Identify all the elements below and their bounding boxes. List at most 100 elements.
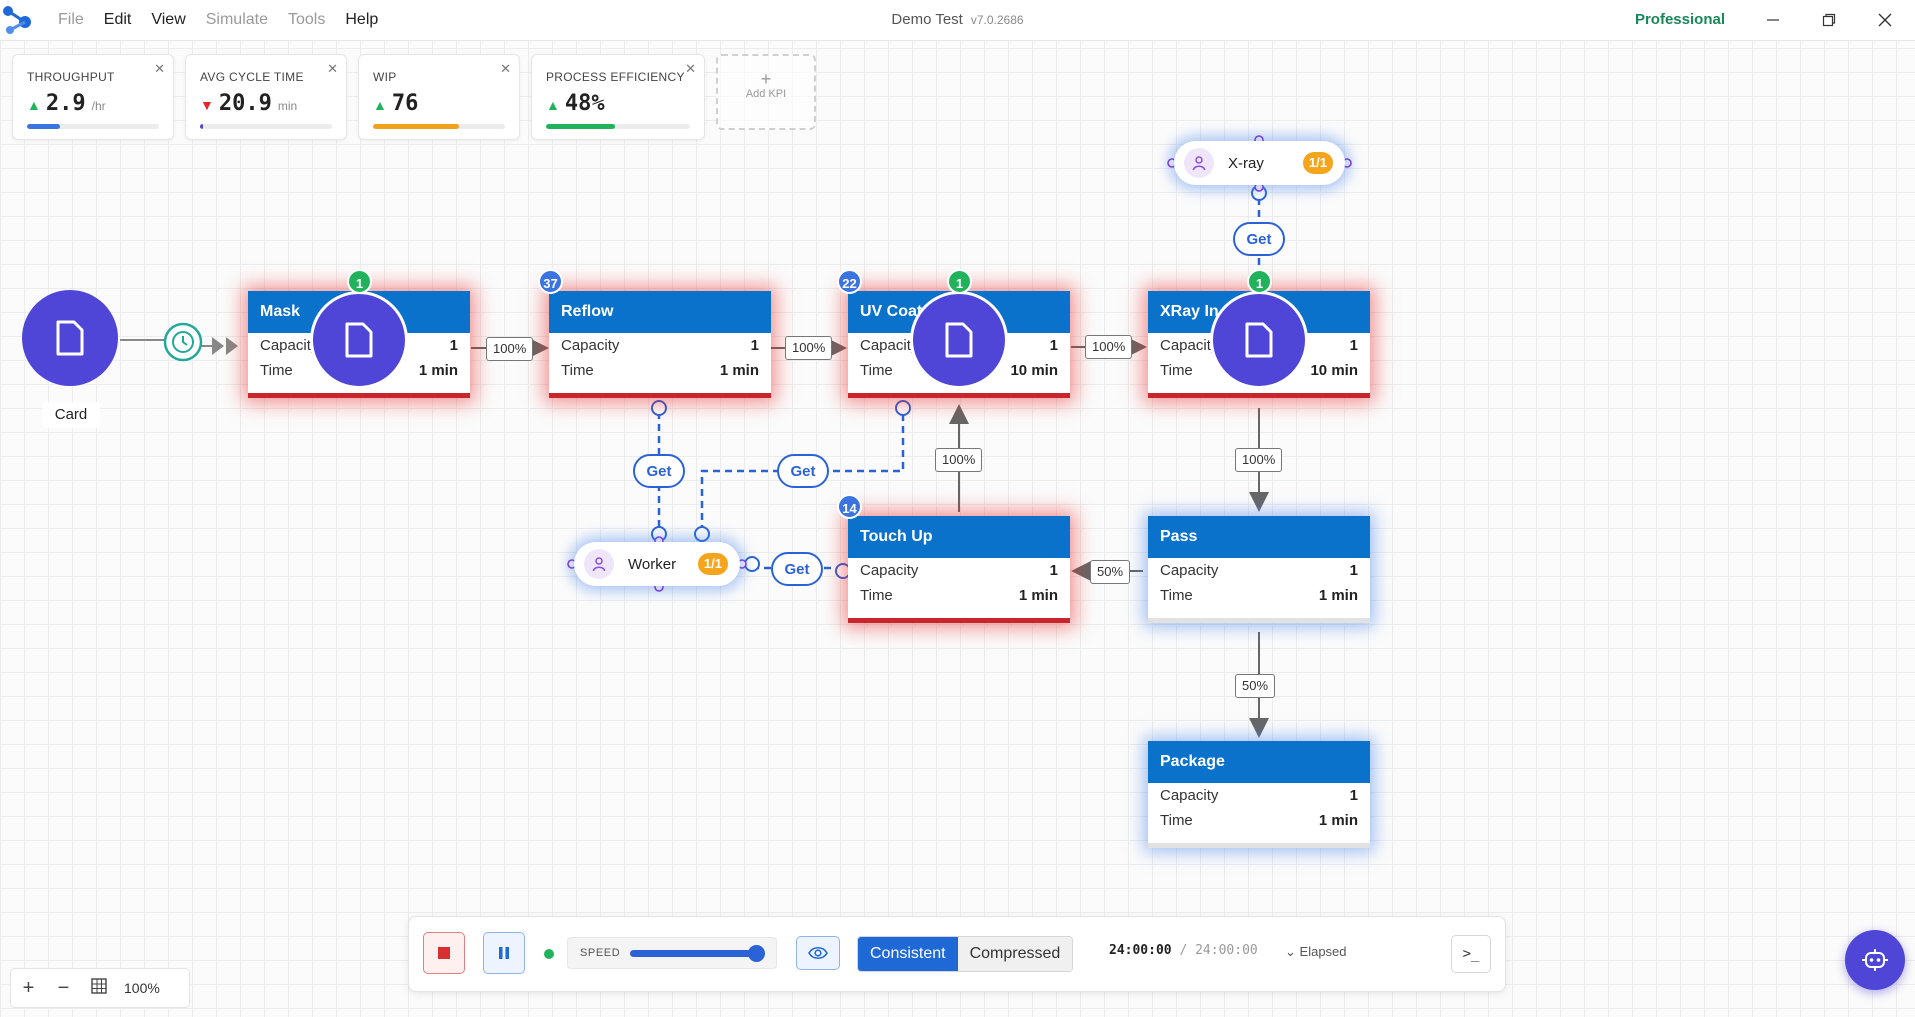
time-value: 1 min	[1318, 587, 1358, 604]
chevron-down-icon: ⌄	[1285, 944, 1296, 959]
running-status-indicator	[544, 949, 554, 959]
source-label: Card	[42, 402, 100, 428]
close-icon	[1878, 13, 1892, 27]
time-separator: /	[1179, 943, 1188, 958]
capacity-value: 1	[449, 337, 458, 354]
time-label: Time	[1160, 812, 1193, 829]
get-node-touch-up[interactable]: Get	[771, 552, 823, 586]
menu-tools[interactable]: Tools	[278, 11, 335, 29]
time-value: 10 min	[1310, 362, 1358, 379]
document-icon	[56, 320, 84, 356]
connector-layer	[120, 135, 1352, 738]
process-title: Package	[1148, 741, 1370, 783]
stop-icon	[438, 947, 450, 959]
app-logo-icon	[3, 6, 31, 34]
entity-token-xray[interactable]	[1210, 291, 1308, 389]
time-value: 1 min	[1018, 587, 1058, 604]
resource-label: X-ray	[1228, 154, 1264, 172]
capacity-label: Capacity	[1160, 562, 1219, 579]
process-package[interactable]: Package Capacity 1 Time 1 min	[1148, 741, 1370, 848]
minimize-icon	[1767, 19, 1779, 21]
robot-icon	[1862, 949, 1888, 971]
visibility-toggle-button[interactable]	[796, 936, 840, 970]
document-icon	[1245, 322, 1273, 358]
queue-badge-touch-up: 14	[837, 494, 862, 519]
route-percent-xray-pass[interactable]: 100%	[1235, 448, 1283, 472]
close-window-button[interactable]	[1857, 0, 1913, 40]
mode-compressed-option[interactable]: Compressed	[957, 937, 1073, 971]
document-icon	[345, 322, 373, 358]
current-time: 24:00:00	[1109, 943, 1172, 958]
timer-icon[interactable]	[163, 322, 203, 362]
menu-simulate[interactable]: Simulate	[196, 11, 278, 29]
resource-xray[interactable]: X-ray 1/1	[1174, 141, 1345, 185]
zoom-out-button[interactable]: −	[46, 977, 81, 1000]
capacity-value: 1	[1349, 562, 1358, 579]
route-percent-pass-package[interactable]: 50%	[1235, 674, 1276, 698]
capacity-label: Capacity	[561, 337, 620, 354]
get-node-reflow[interactable]: Get	[633, 454, 685, 488]
time-value: 10 min	[1010, 362, 1058, 379]
simulation-toolbar: SPEED Consistent Compressed 24:00:00 / 2…	[408, 916, 1506, 992]
route-percent-touchup-uvcoat[interactable]: 100%	[935, 448, 983, 472]
queue-badge-mask: 1	[347, 269, 372, 294]
mode-consistent-option[interactable]: Consistent	[858, 937, 958, 971]
process-title: Reflow	[549, 291, 771, 333]
elapsed-dropdown[interactable]: ⌄ Elapsed	[1285, 944, 1347, 960]
route-percent-uvcoat-xray[interactable]: 100%	[1085, 335, 1133, 359]
capacity-label: Capacity	[860, 562, 919, 579]
assistant-fab-button[interactable]	[1845, 930, 1905, 990]
grid-toggle-button[interactable]	[81, 977, 116, 1000]
queue-badge-xray: 1	[1247, 269, 1272, 294]
document-icon	[945, 322, 973, 358]
get-node-uv-coat[interactable]: Get	[777, 454, 829, 488]
entity-token-mask[interactable]	[310, 291, 408, 389]
capacity-value: 1	[1049, 337, 1058, 354]
console-button[interactable]: >_	[1451, 935, 1491, 973]
process-title: Pass	[1148, 516, 1370, 558]
route-percent-pass-touchup[interactable]: 50%	[1090, 560, 1131, 584]
time-label: Time	[1160, 587, 1193, 604]
source-card-node[interactable]	[22, 290, 118, 386]
route-percent-mask-reflow[interactable]: 100%	[486, 337, 534, 361]
stop-button[interactable]	[423, 932, 465, 974]
grid-icon	[90, 977, 107, 994]
elapsed-label: Elapsed	[1299, 944, 1347, 959]
zoom-in-button[interactable]: +	[11, 977, 46, 1000]
time-mode-toggle: Consistent Compressed	[857, 936, 1074, 972]
menu-file[interactable]: File	[48, 11, 94, 29]
restore-icon	[1822, 13, 1836, 27]
pause-button[interactable]	[483, 932, 525, 974]
speed-slider-thumb[interactable]	[748, 945, 766, 962]
plan-badge[interactable]: Professional	[1635, 11, 1725, 28]
get-node-xray[interactable]: Get	[1233, 222, 1285, 256]
pause-icon	[499, 947, 509, 959]
capacity-value: 1	[1349, 337, 1358, 354]
resource-label: Worker	[628, 555, 677, 573]
sim-clock: 24:00:00 / 24:00:00	[1109, 943, 1258, 958]
menu-edit[interactable]: Edit	[94, 11, 142, 29]
route-percent-reflow-uvcoat[interactable]: 100%	[785, 336, 833, 360]
resource-worker[interactable]: Worker 1/1	[574, 542, 740, 586]
entity-token-uv-coat[interactable]	[910, 291, 1008, 389]
capacity-value: 1	[750, 337, 759, 354]
zoom-level[interactable]: 100%	[124, 980, 160, 996]
process-touch-up[interactable]: Touch Up Capacity 1 Time 1 min	[848, 516, 1070, 623]
menu-view[interactable]: View	[141, 11, 195, 29]
total-time: 24:00:00	[1195, 943, 1258, 958]
person-icon	[584, 549, 614, 579]
time-label: Time	[860, 362, 893, 379]
restore-button[interactable]	[1801, 0, 1857, 40]
queue-badge-uv-coat: 22	[837, 269, 862, 294]
time-label: Time	[561, 362, 594, 379]
zoom-toolbar: + − 100%	[10, 968, 190, 1008]
process-pass[interactable]: Pass Capacity 1 Time 1 min	[1148, 516, 1370, 623]
minimize-button[interactable]	[1745, 0, 1801, 40]
capacity-value: 1	[1049, 562, 1058, 579]
version-label: v7.0.2686	[970, 13, 1024, 27]
time-label: Time	[1160, 362, 1193, 379]
time-label: Time	[260, 362, 293, 379]
process-reflow[interactable]: Reflow Capacity 1 Time 1 min	[549, 291, 771, 398]
menu-help[interactable]: Help	[335, 11, 388, 29]
speed-slider[interactable]	[630, 945, 766, 962]
